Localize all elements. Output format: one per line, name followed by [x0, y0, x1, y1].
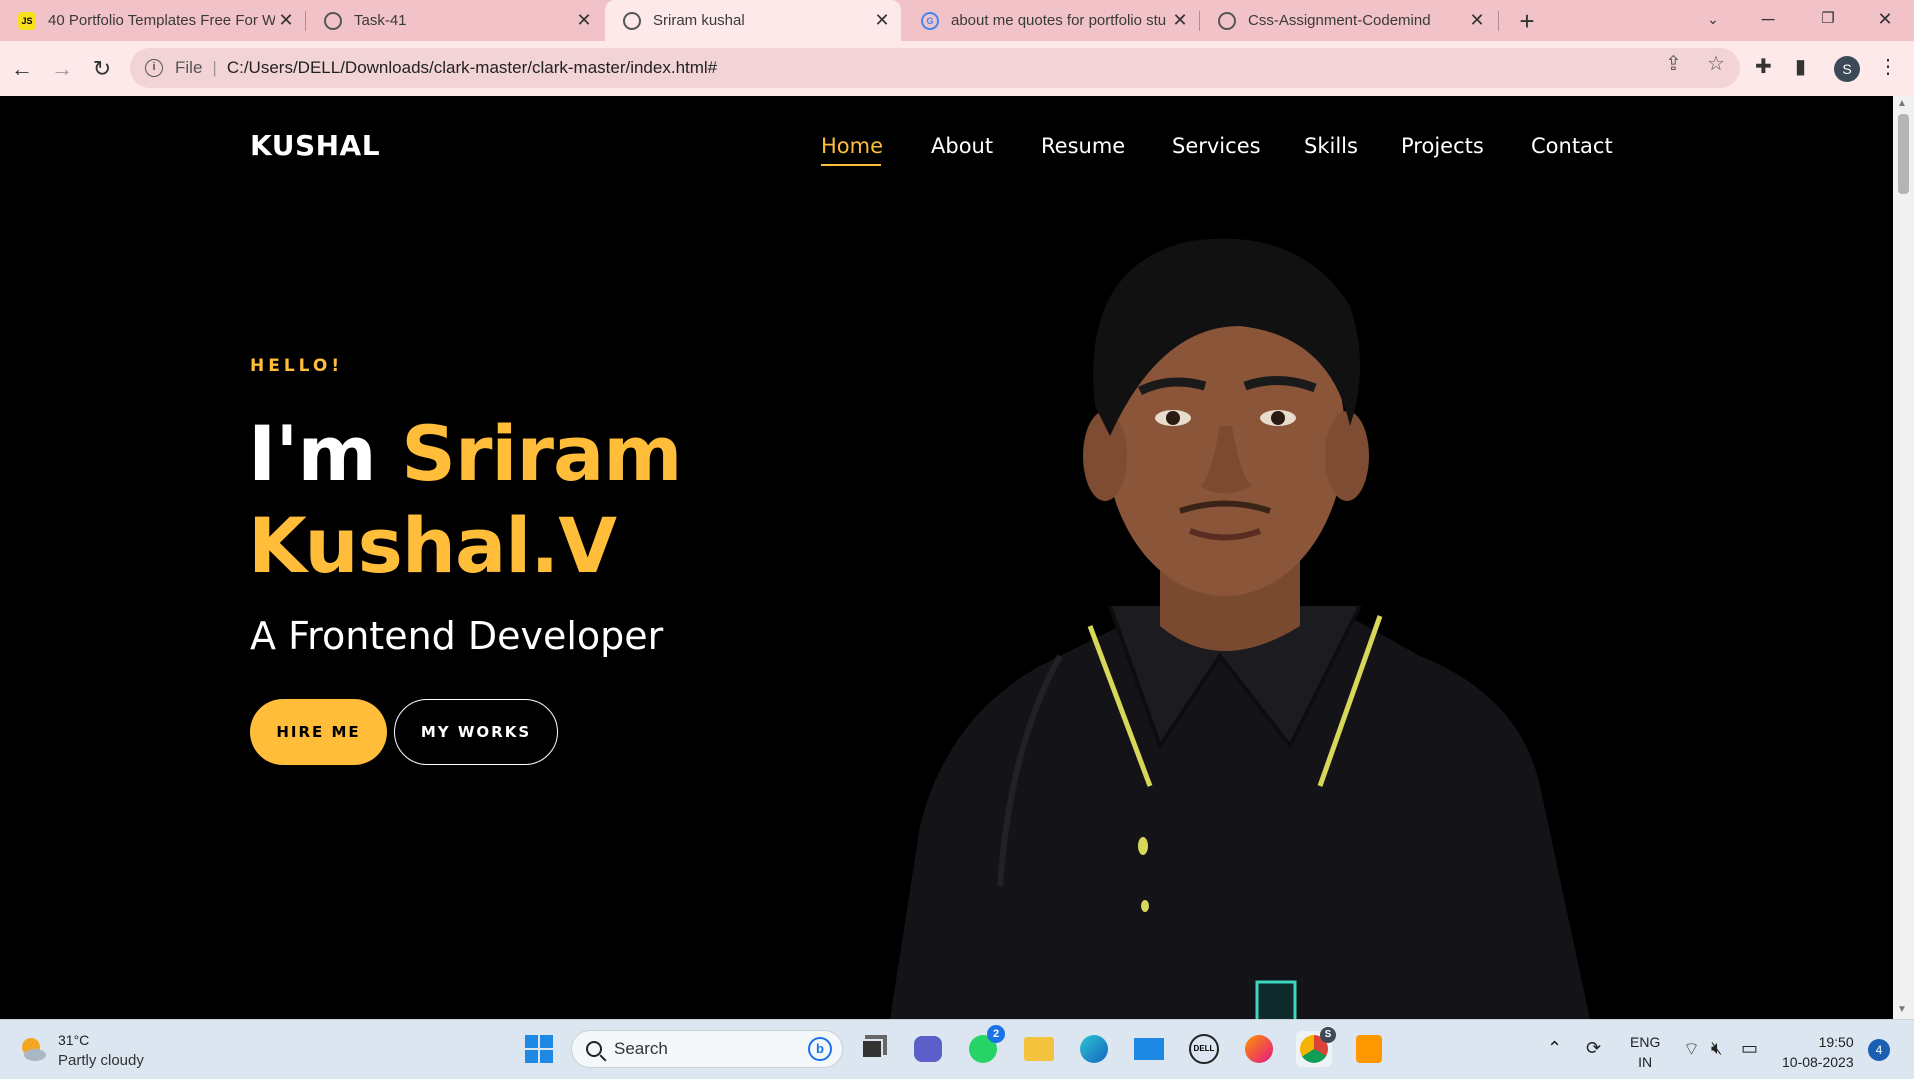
hero-greeting: HELLO! [250, 356, 344, 376]
windows-taskbar: 31°C Partly cloudy Search b 2 DELL S ⌃ ⟳… [0, 1019, 1914, 1079]
tab-title: Sriram kushal [653, 12, 745, 29]
bing-icon[interactable]: b [808, 1037, 832, 1061]
firefox-icon[interactable] [1241, 1031, 1277, 1067]
info-icon[interactable]: i [145, 59, 163, 77]
tab-title: 40 Portfolio Templates Free For W [48, 12, 275, 29]
profile-avatar[interactable]: S [1834, 56, 1860, 82]
url-divider: | [212, 58, 217, 77]
portrait-photo [890, 238, 1590, 1019]
extensions-icon[interactable]: ✚ [1755, 54, 1772, 79]
tab-divider [1498, 11, 1499, 31]
back-button[interactable]: ← [4, 51, 40, 87]
chrome-icon[interactable]: S [1296, 1027, 1336, 1067]
nav-services[interactable]: Services [1172, 134, 1261, 158]
system-clock[interactable]: 19:50 10-08-2023 [1782, 1032, 1854, 1072]
url-text[interactable]: C:/Users/DELL/Downloads/clark-master/cla… [227, 58, 717, 78]
close-icon[interactable]: ✕ [573, 10, 595, 31]
tab-css-assignment[interactable]: Css-Assignment-Codemind ✕ [1200, 0, 1496, 41]
file-explorer-icon[interactable] [1021, 1031, 1057, 1067]
whatsapp-icon[interactable]: 2 [965, 1025, 1005, 1067]
my-works-button[interactable]: MY WORKS [394, 699, 558, 765]
search-icon [586, 1041, 602, 1057]
teams-chat-icon[interactable] [910, 1031, 946, 1067]
close-icon[interactable]: ✕ [871, 10, 893, 31]
windows-start-icon[interactable] [521, 1031, 557, 1067]
restore-button[interactable]: ❐ [1808, 0, 1848, 41]
whatsapp-badge: 2 [987, 1025, 1005, 1043]
dell-icon[interactable]: DELL [1186, 1031, 1222, 1067]
scroll-thumb[interactable] [1898, 114, 1909, 194]
hero-name-last: Kushal.V [248, 501, 617, 590]
minimize-button[interactable]: ─ [1748, 0, 1788, 41]
weather-description[interactable]: Partly cloudy [58, 1052, 144, 1069]
tab-strip: JS 40 Portfolio Templates Free For W ✕ T… [0, 0, 1914, 41]
scroll-up-icon[interactable]: ▲ [1897, 98, 1907, 109]
close-icon[interactable]: ✕ [1466, 10, 1488, 31]
hero-intro: I'm [248, 409, 377, 498]
site-logo[interactable]: KUSHAL [250, 129, 380, 162]
battery-icon[interactable]: ▭ [1741, 1038, 1758, 1059]
sync-icon[interactable]: ⟳ [1586, 1038, 1601, 1059]
url-scheme: File [175, 58, 203, 77]
tab-search-chevron-icon[interactable]: ⌄ [1693, 0, 1733, 41]
language-region: IN [1638, 1054, 1653, 1070]
page-scrollbar[interactable]: ▲ ▼ [1893, 96, 1914, 1019]
show-hidden-icons-chevron-icon[interactable]: ⌃ [1547, 1038, 1562, 1059]
notification-count-badge[interactable]: 4 [1868, 1039, 1890, 1061]
clock-date: 10-08-2023 [1782, 1054, 1854, 1070]
scroll-down-icon[interactable]: ▼ [1897, 1004, 1907, 1015]
reload-button[interactable]: ↻ [84, 51, 120, 87]
hero-name-first: Sriram [401, 409, 682, 498]
edge-icon[interactable] [1076, 1031, 1112, 1067]
tab-title: Task-41 [354, 12, 407, 29]
mail-icon[interactable] [1131, 1031, 1167, 1067]
chrome-profile-badge: S [1320, 1027, 1336, 1043]
muted-speaker-icon[interactable]: 🔇︎ [1711, 1038, 1722, 1059]
nav-resume[interactable]: Resume [1041, 134, 1125, 158]
js-icon: JS [18, 11, 36, 30]
taskbar-search[interactable]: Search b [571, 1030, 843, 1068]
forward-button[interactable]: → [44, 51, 80, 87]
tab-title: about me quotes for portfolio stu [951, 12, 1167, 29]
search-placeholder: Search [614, 1039, 668, 1058]
sublime-text-icon[interactable] [1351, 1031, 1387, 1067]
close-icon[interactable]: ✕ [275, 10, 297, 31]
browser-toolbar: ← → ↻ i File | C:/Users/DELL/Downloads/c… [0, 41, 1914, 96]
side-panel-icon[interactable]: ▮ [1795, 54, 1806, 79]
nav-skills[interactable]: Skills [1304, 134, 1358, 158]
language-indicator[interactable]: ENG IN [1630, 1032, 1660, 1072]
tab-task-41[interactable]: Task-41 ✕ [306, 0, 603, 41]
new-tab-button[interactable]: + [1512, 6, 1542, 36]
nav-active-underline [821, 164, 881, 166]
partly-cloudy-icon[interactable] [18, 1034, 48, 1064]
close-window-button[interactable]: ✕ [1865, 0, 1905, 41]
hero-headline: I'm Sriram Kushal.V [248, 408, 682, 592]
hero-role: A Frontend Developer [250, 614, 664, 658]
globe-icon [1218, 11, 1236, 30]
hire-me-button[interactable]: HIRE ME [250, 699, 387, 765]
close-icon[interactable]: ✕ [1169, 10, 1191, 31]
task-view-icon[interactable] [854, 1031, 890, 1067]
google-icon: G [921, 11, 939, 30]
globe-icon [623, 11, 641, 30]
share-icon[interactable]: ⇪ [1665, 51, 1682, 76]
tab-portfolio-templates[interactable]: JS 40 Portfolio Templates Free For W ✕ [0, 0, 305, 41]
website-viewport: KUSHAL Home About Resume Services Skills… [0, 96, 1893, 1019]
globe-icon [324, 11, 342, 30]
address-bar[interactable]: i File | C:/Users/DELL/Downloads/clark-m… [130, 48, 1740, 88]
menu-kebab-icon[interactable]: ⋮ [1878, 54, 1898, 79]
language-code: ENG [1630, 1034, 1661, 1050]
clock-time: 19:50 [1818, 1034, 1854, 1050]
wifi-icon[interactable]: ⌔ [1683, 1038, 1700, 1061]
nav-contact[interactable]: Contact [1531, 134, 1613, 158]
nav-projects[interactable]: Projects [1401, 134, 1484, 158]
tab-title: Css-Assignment-Codemind [1248, 12, 1431, 29]
nav-about[interactable]: About [931, 134, 993, 158]
tab-sriram-kushal[interactable]: Sriram kushal ✕ [605, 0, 901, 41]
nav-home[interactable]: Home [821, 134, 883, 158]
weather-temperature[interactable]: 31°C [58, 1032, 89, 1048]
bookmark-star-icon[interactable]: ☆ [1707, 51, 1725, 76]
tab-about-me-quotes[interactable]: G about me quotes for portfolio stu ✕ [903, 0, 1199, 41]
